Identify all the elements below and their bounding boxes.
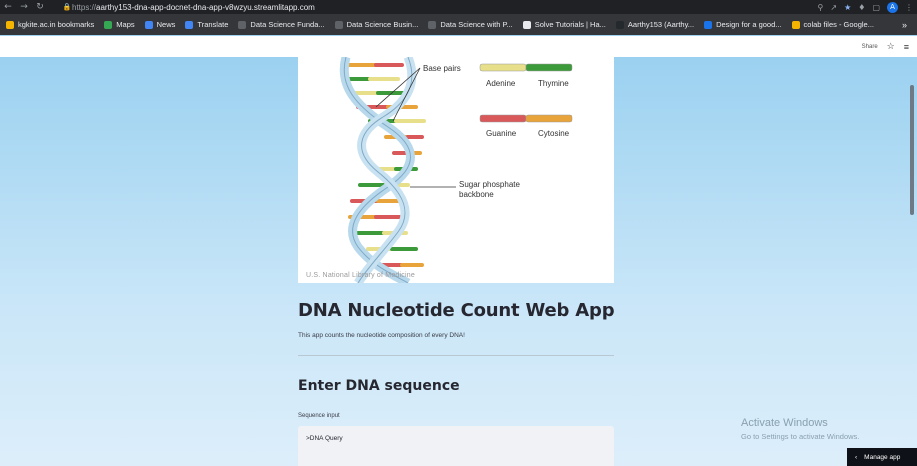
- menu-dots-icon[interactable]: ⋮: [905, 3, 913, 12]
- back-icon[interactable]: ←: [0, 0, 16, 14]
- bookmark-item[interactable]: Translate: [185, 20, 228, 29]
- activate-windows-title: Activate Windows: [741, 417, 828, 429]
- activate-windows-watermark: Activate Windows Go to Settings to activ…: [741, 417, 859, 441]
- browser-toolbar: ← → ↻ 🔒 https://aarthy153-dna-app-docnet…: [0, 0, 917, 14]
- extensions-icon[interactable]: ♦: [858, 3, 865, 12]
- lock-icon: 🔒: [62, 3, 72, 11]
- guanine-swatch: [479, 114, 527, 123]
- thymine-swatch: [525, 63, 573, 72]
- bookmark-label: Data Science Busin...: [346, 20, 419, 29]
- bookmark-label: Maps: [116, 20, 135, 29]
- bookmarks-bar: kgkite.ac.in bookmarks Maps News Translate D…: [0, 14, 917, 35]
- star-icon[interactable]: ☆: [887, 41, 895, 52]
- bookmark-favicon-icon: [185, 20, 194, 29]
- bookmark-label: Solve Tutorials | Ha...: [534, 20, 606, 29]
- sequence-input-label: Sequence input: [298, 413, 340, 419]
- guanine-label: Guanine: [486, 129, 517, 138]
- forward-icon[interactable]: →: [16, 0, 32, 14]
- bookmark-label: News: [156, 20, 176, 29]
- bookmark-label: Data Science with P...: [440, 20, 513, 29]
- url-text: https://aarthy153-dna-app-docnet-dna-app…: [72, 3, 315, 12]
- adenine-swatch: [479, 63, 527, 72]
- manage-app-button[interactable]: ‹ Manage app: [847, 448, 917, 466]
- bookmark-favicon-icon: [144, 20, 153, 29]
- cytosine-label: Cytosine: [538, 129, 570, 138]
- reload-icon[interactable]: ↻: [32, 0, 48, 14]
- bookmark-label: colab files - Google...: [803, 20, 874, 29]
- cytosine-swatch: [525, 114, 573, 123]
- side-panel-icon[interactable]: ▢: [872, 3, 880, 12]
- bookmark-favicon-icon: [615, 20, 624, 29]
- bookmark-item[interactable]: Data Science Busin...: [334, 20, 419, 29]
- bookmark-favicon-icon: [104, 20, 113, 29]
- bookmark-item[interactable]: colab files - Google...: [791, 20, 874, 29]
- streamlit-header: Share ☆ ≡: [0, 36, 917, 57]
- bookmark-item[interactable]: Data Science Funda...: [238, 20, 325, 29]
- profile-avatar[interactable]: A: [887, 1, 898, 13]
- thymine-label: Thymine: [538, 79, 569, 88]
- manage-app-label: Manage app: [864, 453, 901, 461]
- bookmark-item[interactable]: Design for a good...: [704, 20, 782, 29]
- page-title: DNA Nucleotide Count Web App: [298, 300, 615, 321]
- sugar-phosphate-label: Sugar phosphate: [459, 180, 520, 189]
- activate-windows-subtitle: Go to Settings to activate Windows.: [741, 432, 860, 441]
- hamburger-menu-icon[interactable]: ≡: [904, 42, 909, 52]
- bookmark-item[interactable]: Data Science with P...: [428, 20, 513, 29]
- dna-helix-svg: Base pairs Adenine Thymine Guanine Cytos…: [339, 57, 573, 283]
- bookmark-label: Design for a good...: [716, 20, 782, 29]
- bookmark-favicon-icon: [428, 20, 437, 29]
- section-heading: Enter DNA sequence: [298, 378, 460, 394]
- bookmark-item[interactable]: News: [144, 20, 176, 29]
- page-subtitle: This app counts the nucleotide compositi…: [298, 332, 465, 339]
- base-pairs-label: Base pairs: [423, 64, 461, 73]
- adenine-label: Adenine: [486, 79, 516, 88]
- bookmark-favicon-icon: [704, 20, 713, 29]
- bookmark-label: Aarthy153 (Aarthy...: [627, 20, 695, 29]
- chevron-left-icon: ‹: [855, 453, 858, 461]
- dna-diagram-image: Base pairs Adenine Thymine Guanine Cytos…: [298, 57, 614, 283]
- url-scheme: https://: [72, 2, 97, 12]
- zoom-icon[interactable]: ⚲: [818, 3, 824, 12]
- bookmark-favicon-icon: [791, 20, 800, 29]
- share-button[interactable]: Share: [862, 44, 878, 50]
- bookmark-item[interactable]: Maps: [104, 20, 135, 29]
- bookmark-star-icon[interactable]: ★: [844, 3, 851, 12]
- bookmark-item[interactable]: Solve Tutorials | Ha...: [522, 20, 606, 29]
- address-bar[interactable]: 🔒 https://aarthy153-dna-app-docnet-dna-a…: [62, 1, 832, 13]
- share-icon[interactable]: ↗: [830, 3, 837, 12]
- sequence-input-value: >DNA Query: [306, 435, 343, 442]
- bookmark-label: Data Science Funda...: [250, 20, 325, 29]
- url-host: aarthy153-dna-app-docnet-dna-app-v8wzyu.…: [96, 2, 315, 12]
- bookmark-favicon-icon: [6, 20, 14, 29]
- bookmark-item[interactable]: kgkite.ac.in bookmarks: [6, 20, 94, 29]
- divider: [298, 355, 614, 356]
- sequence-input[interactable]: >DNA Query: [298, 426, 614, 466]
- backbone-label: backbone: [459, 190, 494, 199]
- bookmark-favicon-icon: [522, 20, 531, 29]
- bookmark-label: Translate: [197, 20, 229, 29]
- image-credit: U.S. National Library of Medicine: [306, 272, 415, 279]
- bookmarks-overflow-icon[interactable]: »: [902, 20, 907, 30]
- bookmark-label: kgkite.ac.in bookmarks: [18, 20, 95, 29]
- page-scrollbar[interactable]: [910, 85, 914, 215]
- bookmark-favicon-icon: [334, 20, 343, 29]
- bookmark-item[interactable]: Aarthy153 (Aarthy...: [615, 20, 695, 29]
- bookmark-favicon-icon: [238, 20, 247, 29]
